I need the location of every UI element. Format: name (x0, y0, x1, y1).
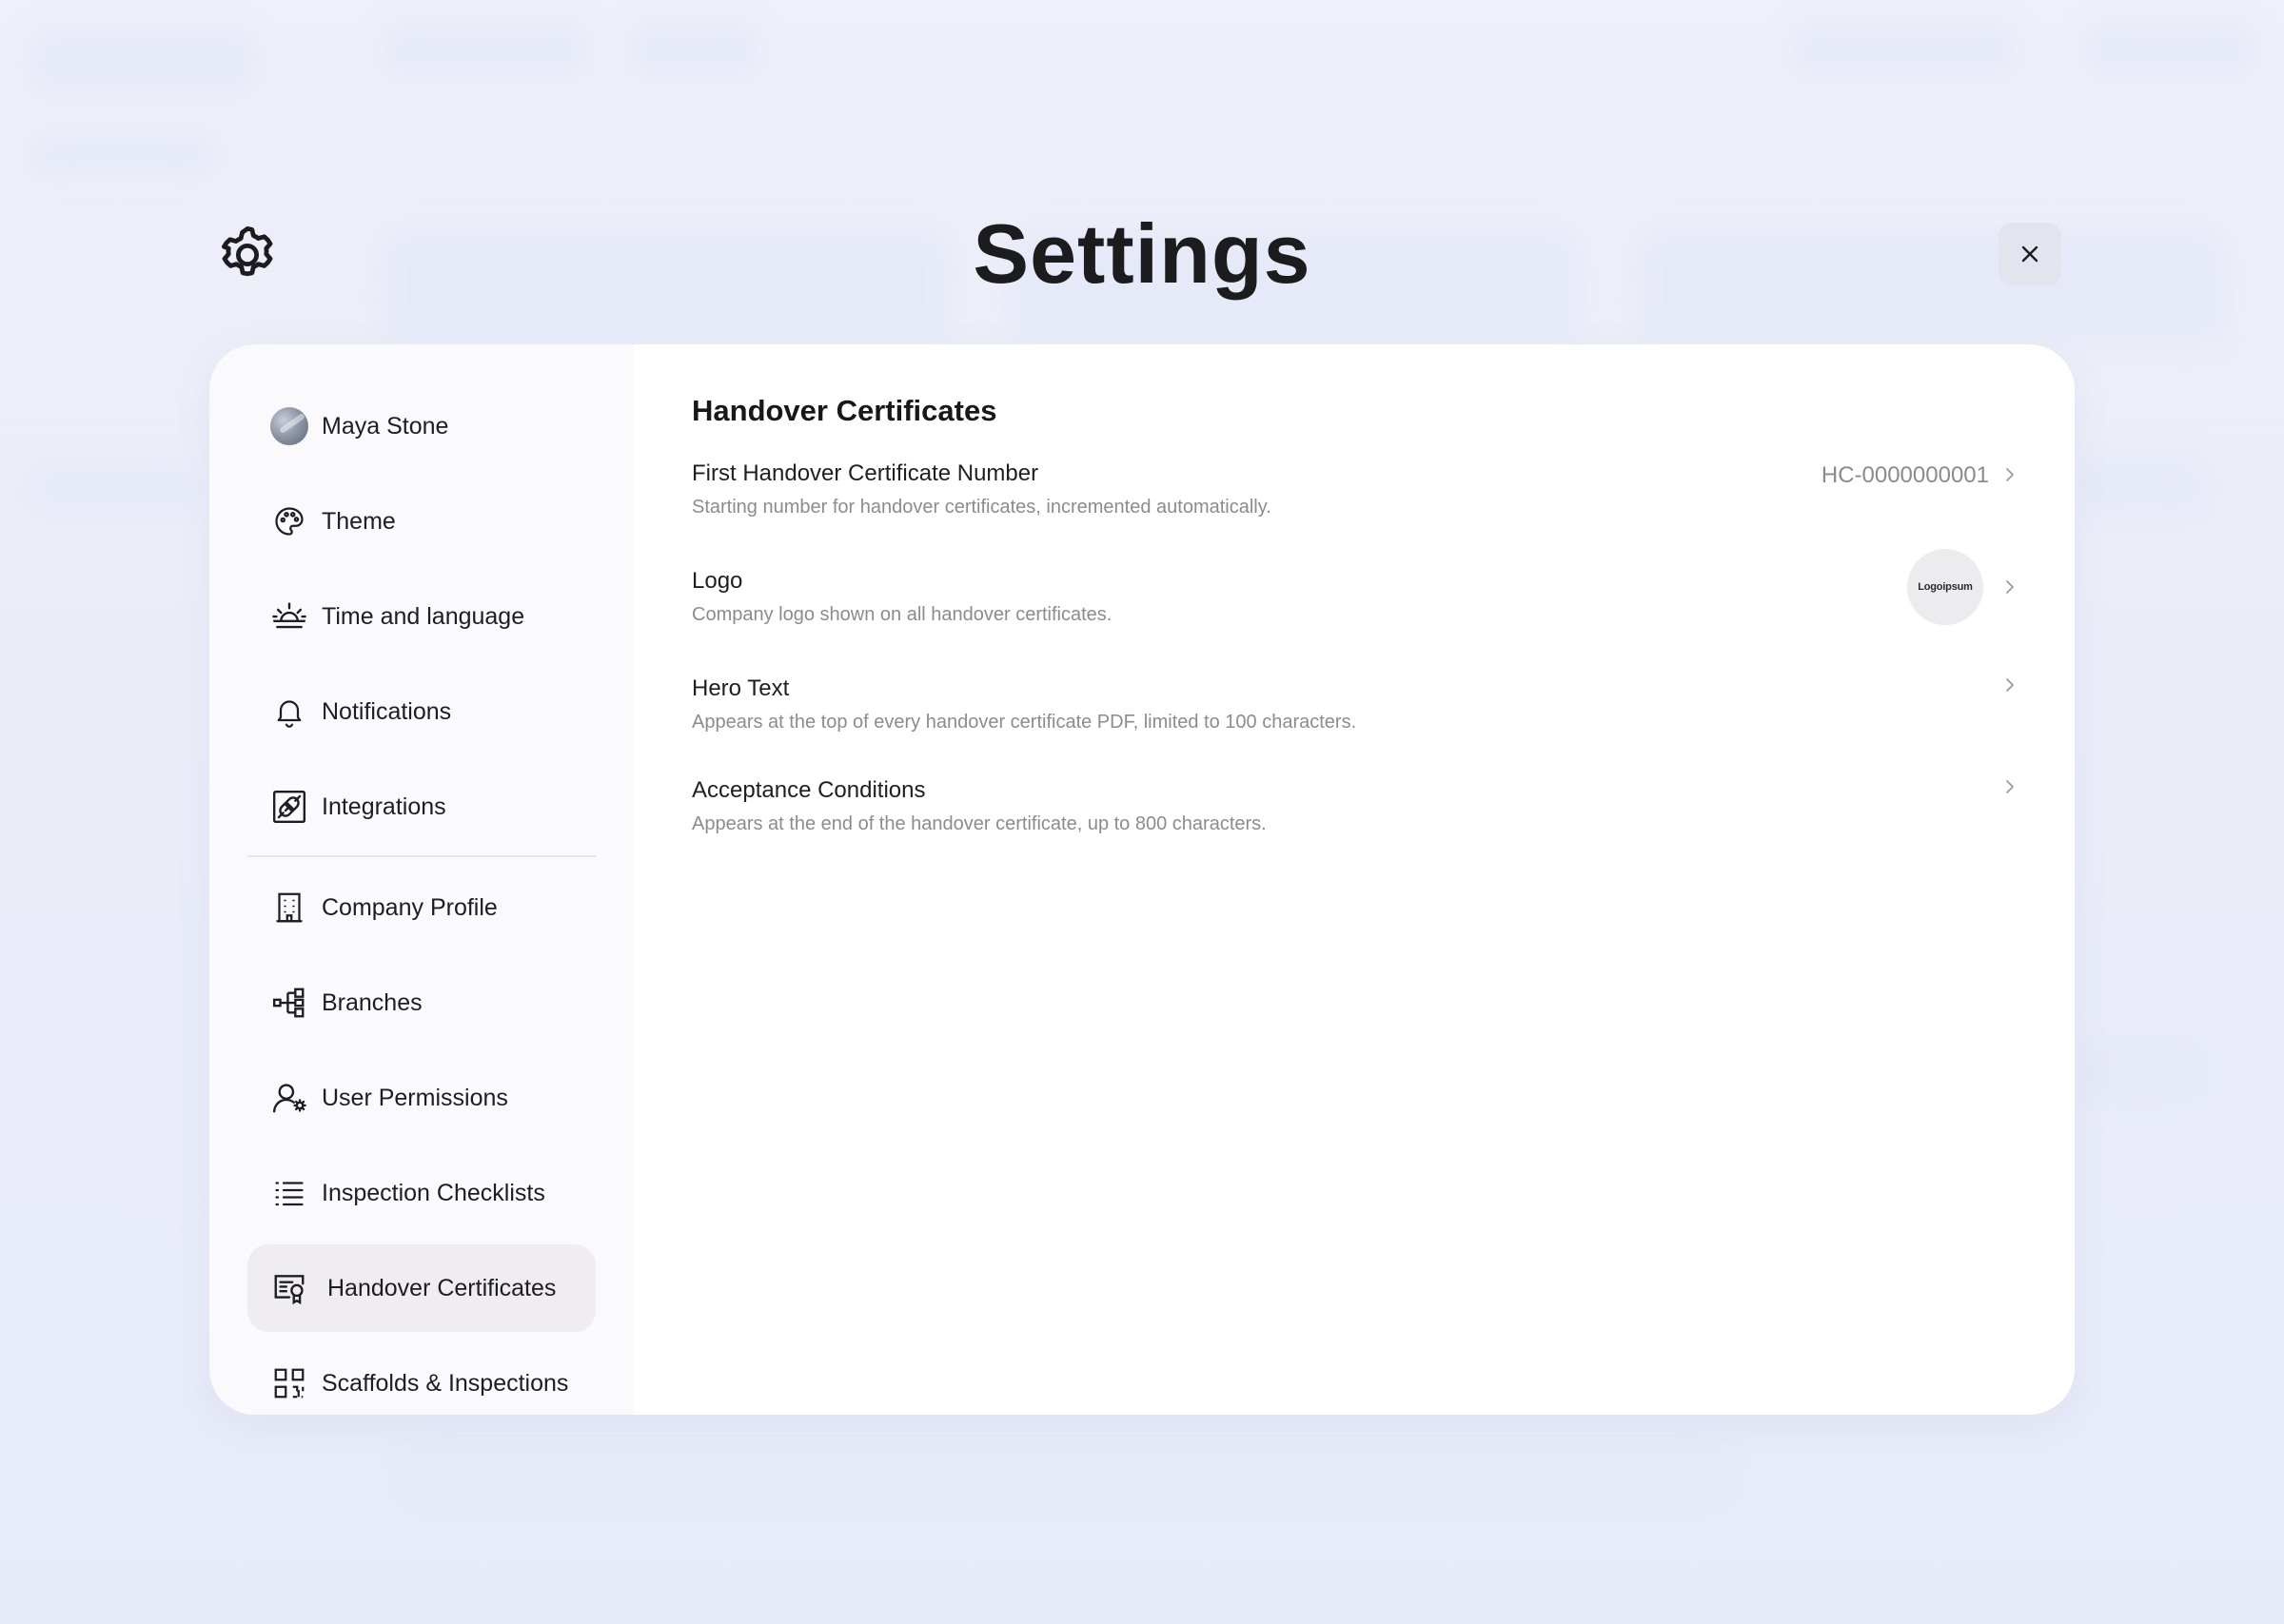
list-icon (270, 1174, 308, 1212)
setting-row-first-certificate-number[interactable]: First Handover Certificate Number Starti… (692, 460, 2018, 546)
sunrise-icon (270, 597, 308, 636)
sidebar-item-label: Branches (322, 988, 423, 1016)
setting-title: Hero Text (692, 675, 790, 701)
sidebar-item-label: Theme (322, 507, 396, 535)
sidebar-item-company-profile[interactable]: Company Profile (247, 864, 596, 951)
sidebar-item-theme[interactable]: Theme (247, 478, 596, 565)
sidebar-item-profile[interactable]: Maya Stone (247, 382, 596, 470)
sidebar-item-label: Company Profile (322, 893, 498, 921)
setting-row-acceptance-conditions[interactable]: Acceptance Conditions Appears at the end… (692, 777, 2018, 863)
sidebar-item-label: Notifications (322, 697, 452, 725)
sidebar-item-scaffolds-inspections[interactable]: Scaffolds & Inspections (247, 1340, 596, 1415)
setting-description: Appears at the end of the handover certi… (692, 813, 1267, 834)
sidebar-item-user-permissions[interactable]: User Permissions (247, 1054, 596, 1142)
sidebar-item-label: Handover Certificates (327, 1274, 557, 1301)
setting-title: First Handover Certificate Number (692, 460, 1039, 486)
sidebar-divider (247, 855, 596, 857)
chevron-right-icon (2006, 780, 2014, 793)
setting-description: Appears at the top of every handover cer… (692, 712, 1357, 733)
setting-description: Company logo shown on all handover certi… (692, 604, 1112, 625)
setting-description: Starting number for handover certificate… (692, 497, 1271, 518)
settings-content: Handover Certificates First Handover Cer… (692, 344, 2075, 1415)
sidebar-item-inspection-checklists[interactable]: Inspection Checklists (247, 1149, 596, 1237)
sidebar-item-label: Inspection Checklists (322, 1179, 545, 1206)
company-logo: Logoipsum (1918, 581, 1973, 593)
user-gear-icon (270, 1079, 308, 1117)
sidebar-item-label: Scaffolds & Inspections (322, 1369, 569, 1397)
sidebar-item-label: Integrations (322, 792, 446, 820)
sidebar-item-notifications[interactable]: Notifications (247, 668, 596, 755)
sidebar-item-label: Time and language (322, 602, 525, 630)
sidebar-item-time-and-language[interactable]: Time and language (247, 573, 596, 660)
branches-icon (270, 984, 308, 1022)
building-icon (270, 889, 308, 927)
logo-thumbnail[interactable]: Logoipsum (1907, 549, 1983, 625)
chevron-right-icon (2006, 580, 2014, 594)
avatar (270, 407, 308, 445)
setting-row-hero-text[interactable]: Hero Text Appears at the top of every ha… (692, 675, 2018, 761)
chevron-right-icon (2006, 678, 2014, 692)
certificate-icon (270, 1269, 308, 1307)
sidebar-item-branches[interactable]: Branches (247, 959, 596, 1047)
settings-panel: Maya Stone Theme Time and language Notif… (209, 344, 2075, 1415)
settings-sidebar: Maya Stone Theme Time and language Notif… (209, 344, 634, 1415)
sidebar-item-integrations[interactable]: Integrations (247, 763, 596, 851)
page-title: Settings (973, 206, 1311, 301)
plug-icon (270, 788, 308, 826)
setting-row-logo[interactable]: Logo Company logo shown on all handover … (692, 549, 2018, 654)
close-button[interactable] (1998, 223, 2061, 285)
chevron-right-icon (2006, 468, 2014, 481)
sidebar-item-handover-certificates[interactable]: Handover Certificates (247, 1244, 596, 1332)
sidebar-item-label: User Permissions (322, 1084, 508, 1111)
section-title: Handover Certificates (692, 394, 997, 427)
sidebar-item-label: Maya Stone (322, 412, 449, 440)
setting-title: Logo (692, 568, 743, 594)
setting-value: HC-0000000001 (1821, 462, 1989, 488)
bell-icon (270, 693, 308, 731)
setting-title: Acceptance Conditions (692, 777, 926, 803)
close-icon (2021, 245, 2038, 263)
qr-code-icon (270, 1364, 308, 1402)
palette-icon (270, 502, 308, 540)
